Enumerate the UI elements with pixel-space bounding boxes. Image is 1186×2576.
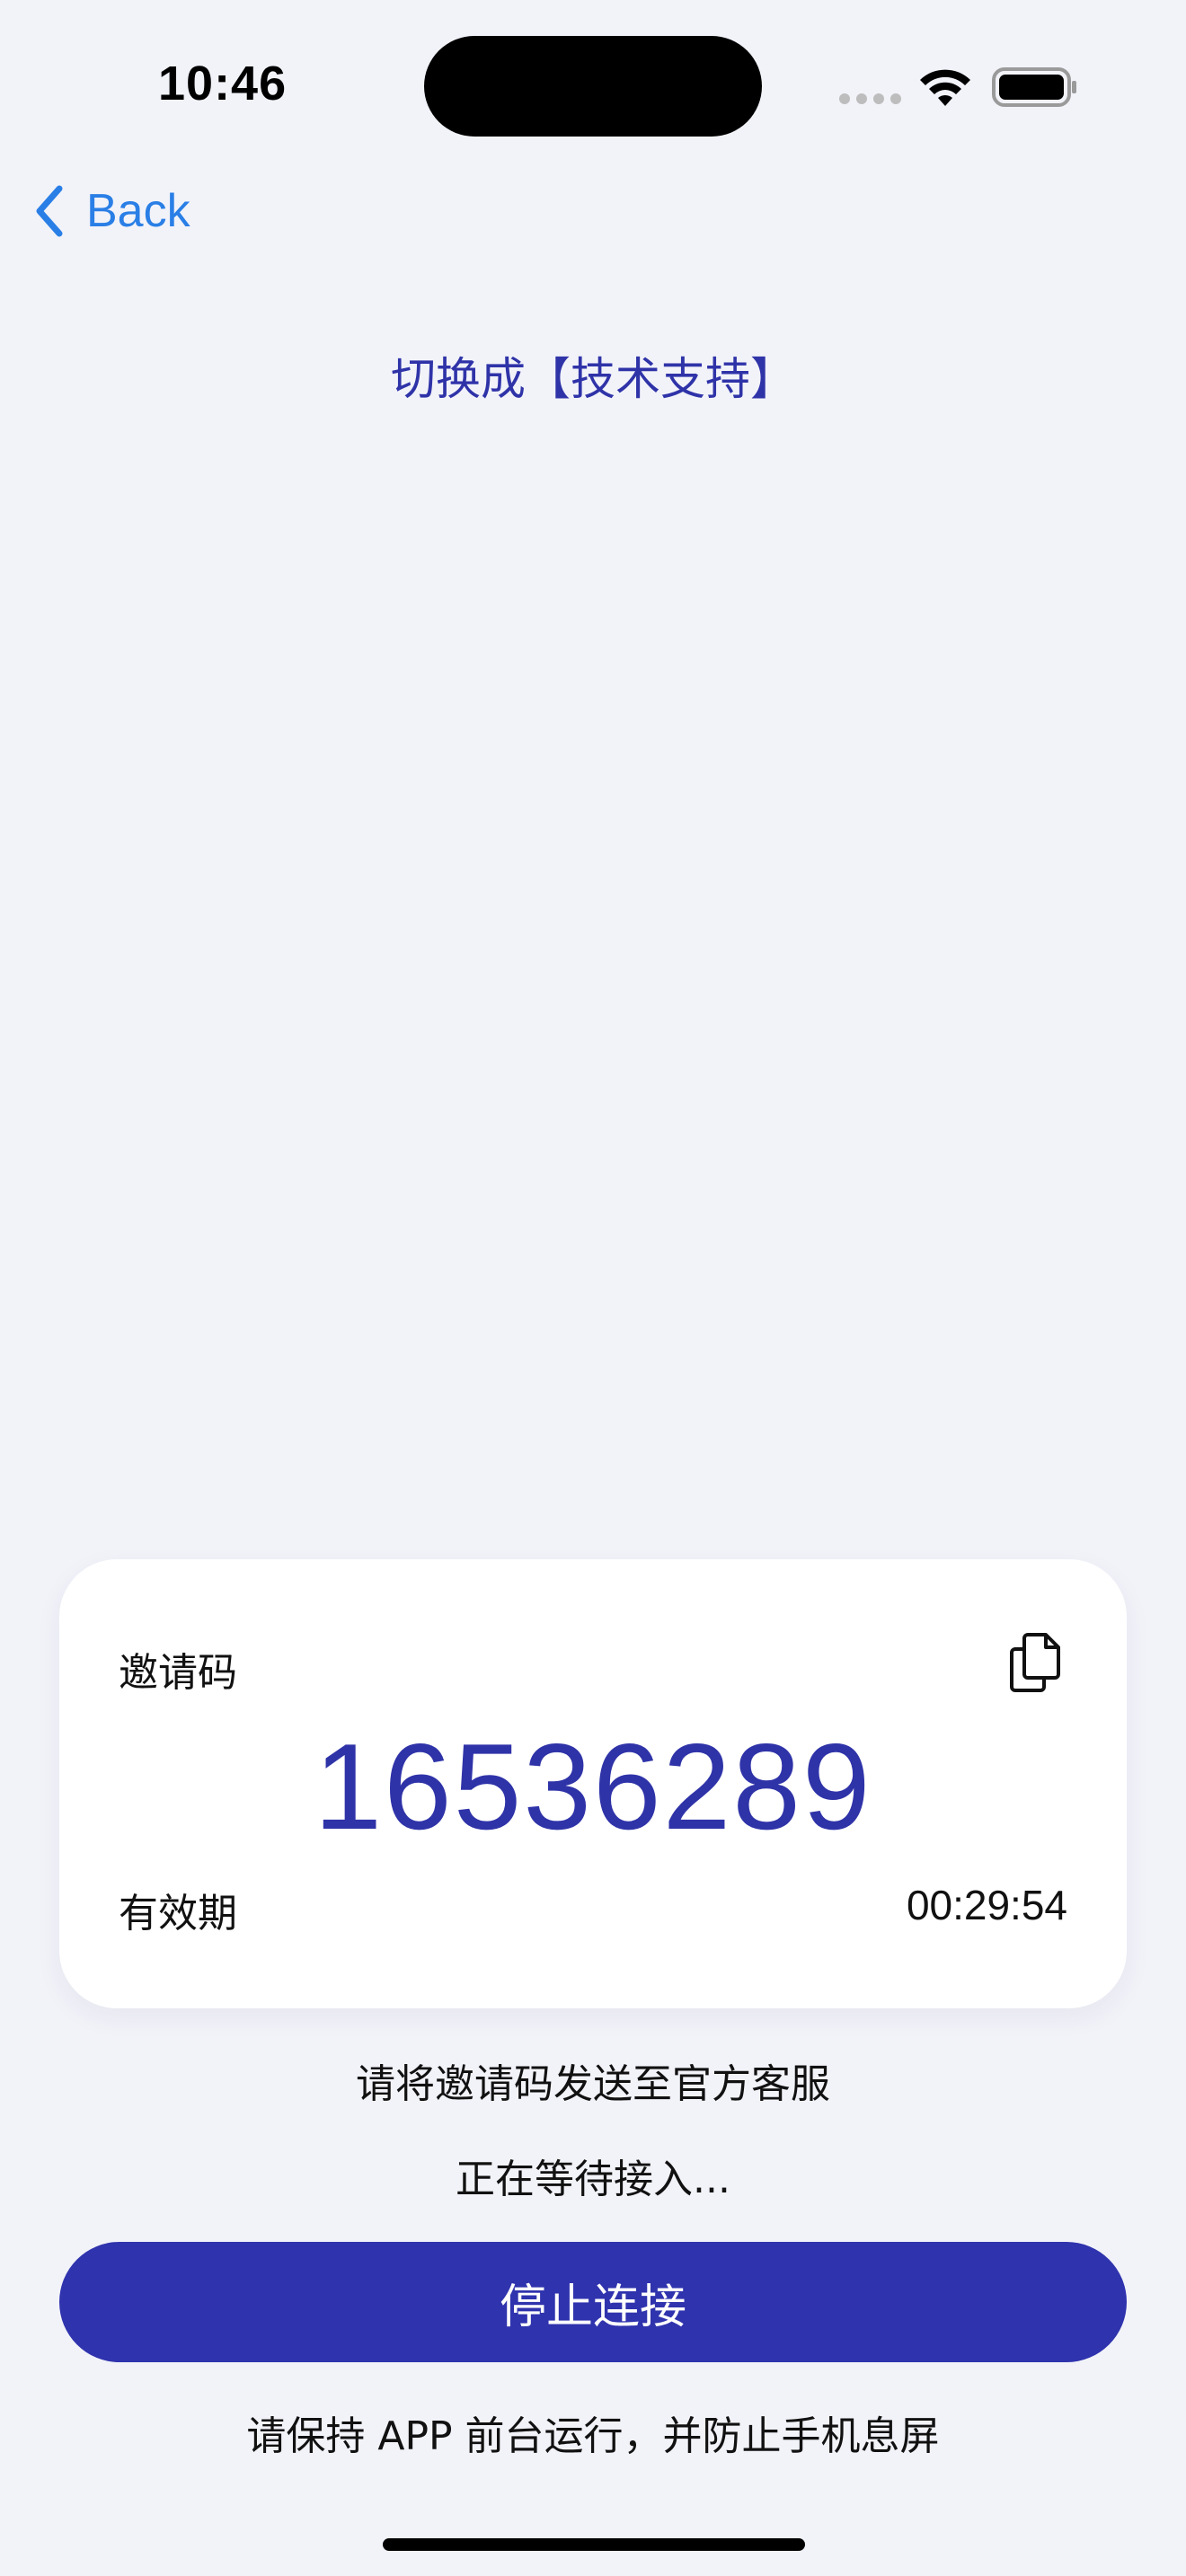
home-indicator[interactable]: [383, 2538, 805, 2551]
invite-code-label: 邀请码: [119, 1650, 237, 1696]
back-button[interactable]: Back: [32, 180, 190, 243]
back-label: Back: [86, 185, 190, 237]
waiting-status-text: 正在等待接入...: [456, 2157, 730, 2202]
page-title: 切换成【技术支持】: [391, 353, 795, 405]
send-instruction-text: 请将邀请码发送至官方客服: [356, 2061, 830, 2107]
validity-label: 有效期: [119, 1891, 237, 1936]
screen: 10:46 Back 切换成【技术支持】 邀请码 16536289 有效期 00…: [0, 0, 1186, 2576]
validity-countdown: 00:29:54: [906, 1882, 1067, 1928]
invite-card: 邀请码 16536289 有效期 00:29:54: [59, 1559, 1127, 2008]
signal-icon: [839, 93, 901, 104]
invite-code: 16536289: [314, 1718, 872, 1855]
status-time: 10:46: [158, 57, 288, 110]
wifi-icon: [920, 69, 970, 106]
stop-connection-button[interactable]: 停止连接: [59, 2242, 1127, 2362]
copy-icon[interactable]: [1008, 1631, 1062, 1694]
dynamic-island: [424, 36, 762, 137]
keep-foreground-notice: 请保持 APP 前台运行，并防止手机息屏: [246, 2413, 940, 2459]
chevron-left-icon: [36, 185, 63, 237]
battery-icon: [992, 67, 1076, 107]
